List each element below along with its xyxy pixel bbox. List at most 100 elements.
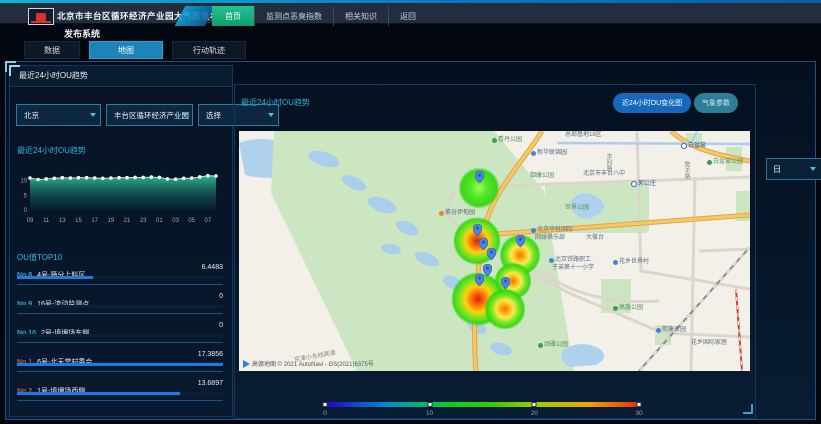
row-divider — [17, 284, 223, 285]
svg-text:23: 23 — [140, 218, 147, 224]
svg-text:5: 5 — [24, 193, 28, 199]
poi-icon — [613, 260, 618, 265]
nav-item-1[interactable]: 监测点恶臭指数 — [254, 6, 333, 26]
row-divider — [17, 342, 223, 343]
nav-item-3[interactable]: 返回 — [388, 6, 427, 26]
scale-tick-label: 20 — [531, 410, 538, 417]
map-label-poi: 北京华科国际 — [531, 227, 573, 233]
corner-accent — [743, 404, 753, 414]
ou-value: 0 — [219, 322, 223, 329]
svg-text:01: 01 — [156, 218, 163, 224]
heatmap-blob-orange — [484, 288, 526, 330]
map-pin-icon[interactable] — [475, 273, 484, 291]
ou-trend-chart: 0510091113151719212301030507 — [12, 158, 226, 238]
poi-icon — [656, 328, 661, 333]
selector-0[interactable]: 北京 — [16, 104, 101, 126]
subway-station-icon — [681, 143, 687, 149]
scale-tick-label: 10 — [426, 410, 433, 417]
weather-params-button[interactable]: 气象参数 — [694, 93, 738, 113]
map-label-poi: 子弟第十一小学 — [552, 265, 594, 271]
row-divider — [17, 313, 223, 314]
ou-change-chart-button[interactable]: 近24小时OU变化图 — [613, 93, 691, 113]
app-logo — [28, 8, 54, 25]
map-label-park: 高鑫公园 — [613, 305, 643, 311]
svg-text:03: 03 — [172, 218, 179, 224]
map-label-poi: 新华联锦园 — [531, 150, 567, 156]
map-label-poi: 花乡国际家居 — [691, 340, 727, 346]
header-slash-decoration — [175, 6, 216, 26]
rank-bar — [17, 363, 223, 366]
map-canvas[interactable]: 高德地图 © 2021 AutoNavi - GS(2021)6375号 看丹公… — [239, 131, 750, 371]
publish-system-label: 发布系统 — [64, 27, 100, 40]
map-label-road: 丰科路 — [605, 153, 611, 171]
trend-panel: 最近24小时OU趋势 北京丰台区循环经济产业园选择 最近24小时OU趋势 051… — [9, 65, 233, 417]
top-list-row-4: No.21号-填埋场西侧13.6897 — [17, 380, 223, 409]
selector-value: 丰台区循环经济产业园 — [114, 110, 189, 121]
map-pin-icon[interactable] — [475, 170, 484, 188]
map-label-poi: 北京铁路职工 — [549, 257, 591, 263]
map-label-park: 看丹公园 — [492, 137, 522, 143]
scale-tick-label: 30 — [635, 410, 642, 417]
ou-value: 13.6897 — [198, 380, 223, 387]
nav-item-0[interactable]: 首页 — [212, 6, 254, 26]
svg-text:17: 17 — [91, 218, 98, 224]
scale-tick[interactable] — [637, 402, 642, 407]
tab-2[interactable]: 行动轨迹 — [172, 41, 246, 59]
odor-monitoring-dashboard: { "header": { "title": "北京市丰台区循环经济产业园大气恶… — [0, 0, 821, 424]
ou-top-list: No.84号-筛分上料区6.4483No.916号-流动监测点0No.102号-… — [17, 264, 223, 409]
rank-bar-track — [17, 392, 223, 395]
rank-bar-track — [17, 276, 223, 279]
map-label-park: 世界公园 — [565, 205, 589, 211]
map-pin-icon[interactable] — [516, 234, 525, 252]
tab-1[interactable]: 地图 — [89, 41, 163, 59]
scale-tick[interactable] — [323, 402, 328, 407]
nav-item-2[interactable]: 相关知识 — [333, 6, 388, 26]
top-list-row-2: No.102号-填埋场东侧0 — [17, 322, 223, 351]
ou-value: 0 — [219, 293, 223, 300]
rank-bar-track — [17, 334, 223, 337]
top10-title: OU值TOP10 — [17, 252, 62, 263]
svg-text:07: 07 — [205, 218, 212, 224]
ou-value: 17.3856 — [198, 351, 223, 358]
title-bar: 北京市丰台区循环经济产业园大气恶臭状况实时 首页监测点恶臭指数相关知识返回 — [0, 3, 821, 24]
map-panel: 最近24小时OU趋势 近24小时OU变化图 气象参数 — [234, 84, 756, 419]
poi-icon — [531, 151, 536, 156]
park-icon — [707, 160, 712, 165]
period-select[interactable]: 日 — [766, 158, 821, 180]
row-divider — [17, 400, 223, 401]
heat-gradient-bar — [325, 402, 639, 407]
row-divider — [17, 371, 223, 372]
tab-0[interactable]: 数据 — [24, 41, 80, 59]
scale-tick-label: 0 — [323, 410, 327, 417]
map-label-poi: 熙康家园 — [656, 327, 686, 333]
svg-text:19: 19 — [108, 218, 115, 224]
svg-text:10: 10 — [20, 179, 27, 185]
trend-panel-title: 最近24小时OU趋势 — [10, 66, 232, 87]
svg-text:15: 15 — [75, 218, 82, 224]
subway-station-icon — [631, 181, 637, 187]
chevron-down-icon — [810, 167, 816, 171]
map-label-poi: 大葆台 — [586, 235, 604, 241]
map-label-poi: 北京市丰台八中 — [583, 171, 625, 177]
scale-tick[interactable] — [532, 402, 537, 407]
top-list-row-3: No.16号-北天堂村委会17.3856 — [17, 351, 223, 380]
park-icon — [538, 343, 543, 348]
top-nav: 首页监测点恶臭指数相关知识返回 — [212, 6, 427, 26]
svg-text:13: 13 — [59, 218, 66, 224]
map-label-poi: 网球俱乐部 — [535, 235, 565, 241]
rank-bar — [17, 276, 93, 279]
main-panel: 最近24小时OU趋势 北京丰台区循环经济产业园选择 最近24小时OU趋势 051… — [5, 61, 816, 420]
map-pin-icon[interactable] — [501, 276, 510, 294]
top-list-row-1: No.916号-流动监测点0 — [17, 293, 223, 322]
svg-text:05: 05 — [188, 218, 195, 224]
scale-tick[interactable] — [427, 402, 432, 407]
map-pin-icon[interactable] — [483, 263, 492, 281]
top-list-row-0: No.84号-筛分上料区6.4483 — [17, 264, 223, 293]
poi-icon — [531, 228, 536, 233]
selector-value: 选择 — [206, 110, 221, 121]
logo-glyph-icon — [36, 13, 46, 21]
selector-1[interactable]: 丰台区循环经济产业园 — [106, 104, 193, 126]
rank-bar-track — [17, 305, 223, 308]
map-label-park: 颂雅公园 — [538, 342, 568, 348]
chevron-down-icon — [90, 113, 96, 117]
